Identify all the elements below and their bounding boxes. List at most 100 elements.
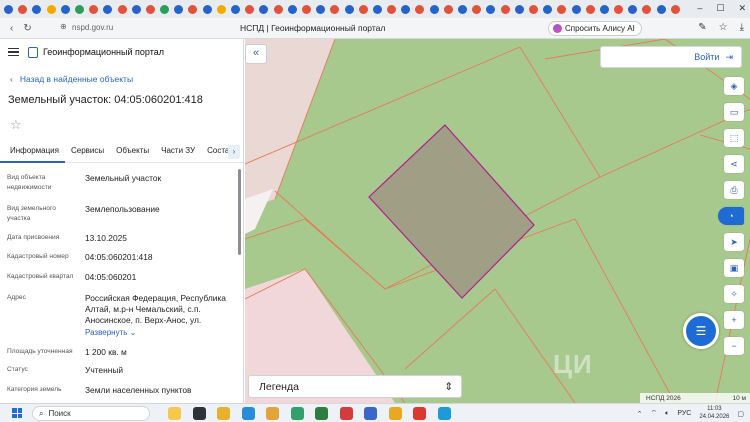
site-info-icon[interactable]: ⊕ — [60, 22, 67, 31]
tab-favicon-icon[interactable] — [287, 4, 297, 14]
tabs-next-button[interactable]: › — [228, 145, 240, 159]
login-button[interactable]: Войти ⇥ — [600, 46, 742, 68]
locate-icon[interactable]: ➤ — [724, 233, 744, 251]
tab-favicon-icon[interactable] — [472, 4, 482, 14]
tab-favicon-icon[interactable] — [670, 4, 680, 14]
tab-favicon-icon[interactable] — [301, 4, 311, 14]
language-indicator[interactable]: РУС — [677, 410, 691, 417]
file-explorer-icon[interactable] — [217, 407, 230, 420]
url-field[interactable]: nspd.gov.ru — [72, 23, 113, 32]
ruler-icon[interactable]: ▭ — [724, 103, 744, 121]
tab-favicon-icon[interactable] — [486, 4, 496, 14]
tab-favicon-icon[interactable] — [514, 4, 524, 14]
maximize-icon[interactable]: ☐ — [716, 3, 724, 14]
tab-favicon-icon[interactable] — [174, 4, 184, 14]
app-icon[interactable] — [388, 407, 402, 420]
tab-favicon-icon[interactable] — [131, 4, 141, 14]
refresh-icon[interactable]: ↻ — [23, 23, 31, 34]
back-arrow-icon[interactable]: ‹ — [10, 23, 13, 34]
tab-favicon-icon[interactable] — [32, 4, 42, 14]
tab-favicon-icon[interactable] — [188, 4, 198, 14]
yandex-icon[interactable] — [413, 407, 426, 420]
panel-scrollbar[interactable] — [238, 169, 241, 255]
network-icon[interactable]: ⌔ — [651, 409, 658, 418]
app-icon[interactable] — [364, 407, 377, 420]
ask-alisa-button[interactable]: Спросить Алису AI — [548, 21, 642, 36]
app-icon[interactable] — [266, 407, 279, 420]
tab-favicon-icon[interactable] — [259, 4, 269, 14]
tab-favicon-icon[interactable] — [330, 4, 340, 14]
share-icon[interactable]: ⋖ — [724, 155, 744, 173]
tab-favicon-icon[interactable] — [245, 4, 255, 14]
tab-favicon-icon[interactable] — [344, 4, 354, 14]
windows-start-icon[interactable] — [12, 408, 22, 418]
tab-favicon-icon[interactable] — [401, 4, 411, 14]
app-icon[interactable] — [192, 407, 206, 420]
tab-favicon-icon[interactable] — [387, 4, 397, 14]
tab-favicon-icon[interactable] — [614, 4, 624, 14]
select-area-icon[interactable]: ⬚ — [724, 129, 744, 147]
clock[interactable]: 11:03 24.04.2026 — [699, 406, 729, 421]
tab-favicon-icon[interactable] — [145, 4, 155, 14]
tab-favicon-icon[interactable] — [117, 4, 127, 14]
tab-favicon-icon[interactable] — [216, 4, 226, 14]
cadastral-map[interactable]: ЦИ « Войти ⇥ ◈ ▭ ⬚ ⋖ ⎙ ◔ ➤ ▣ ✧ + − ☰ Лег… — [245, 39, 750, 403]
legend-select[interactable]: Легенда ⇕ — [248, 375, 462, 398]
tab-favicon-icon[interactable] — [316, 4, 326, 14]
tab-favicon-icon[interactable] — [528, 4, 538, 14]
taskbar-search-input[interactable]: ⌕ Поиск — [32, 406, 150, 421]
yandex-browser-icon[interactable] — [339, 407, 353, 420]
tab-favicon-icon[interactable] — [642, 4, 652, 14]
feedback-icon[interactable]: ◔ — [718, 207, 744, 225]
menu-icon[interactable] — [8, 48, 19, 56]
app-icon[interactable] — [168, 407, 181, 420]
tab-favicon-icon[interactable] — [585, 4, 595, 14]
tab-favicon-icon[interactable] — [202, 4, 212, 14]
selected-parcel[interactable] — [368, 124, 535, 299]
compass-icon[interactable]: ✧ — [724, 285, 744, 303]
back-to-results-link[interactable]: ‹ Назад в найденные объекты — [10, 74, 133, 84]
chevron-up-icon[interactable]: ⌃ — [637, 410, 643, 418]
tab-favicon-icon[interactable] — [89, 4, 99, 14]
expand-link[interactable]: Развернуть ⌄ — [85, 327, 233, 338]
tab-favicon-icon[interactable] — [415, 4, 425, 14]
excel-icon[interactable] — [315, 407, 328, 420]
tab-services[interactable]: Сервисы — [65, 143, 110, 163]
layers-icon[interactable]: ◈ — [724, 77, 744, 95]
favorite-star-icon[interactable]: ☆ — [10, 117, 22, 133]
print-icon[interactable]: ⎙ — [724, 181, 744, 199]
chat-button[interactable]: ☰ — [683, 313, 719, 349]
tab-favicon-icon[interactable] — [443, 4, 453, 14]
tab-favicon-icon[interactable] — [571, 4, 581, 14]
tab-parts[interactable]: Части ЗУ — [155, 143, 201, 163]
map-canvas[interactable] — [245, 39, 750, 403]
minimap-icon[interactable]: ▣ — [724, 259, 744, 277]
tab-favicon-icon[interactable] — [160, 4, 170, 14]
edge-icon[interactable] — [241, 407, 255, 420]
extension-icon[interactable]: ✎ — [698, 22, 706, 33]
tab-favicon-icon[interactable] — [429, 4, 439, 14]
collapse-panel-button[interactable]: « — [245, 44, 267, 64]
tab-favicon-icon[interactable] — [103, 4, 113, 14]
chrome-icon[interactable] — [290, 407, 304, 420]
tab-favicon-icon[interactable] — [74, 4, 84, 14]
tab-favicon-icon[interactable] — [46, 4, 56, 14]
tab-favicon-icon[interactable] — [656, 4, 666, 14]
tab-favicon-icon[interactable] — [4, 4, 13, 14]
tab-favicon-icon[interactable] — [231, 4, 240, 14]
tab-favicon-icon[interactable] — [18, 4, 28, 14]
bookmark-icon[interactable]: ☆ — [719, 22, 728, 33]
tab-favicon-icon[interactable] — [543, 4, 553, 14]
telegram-icon[interactable] — [437, 407, 451, 420]
tab-favicon-icon[interactable] — [273, 4, 283, 14]
tab-favicon-icon[interactable] — [599, 4, 609, 14]
notification-icon[interactable]: ▢ — [737, 410, 744, 418]
tab-favicon-icon[interactable] — [628, 4, 638, 14]
volume-icon[interactable]: 🔈︎ — [665, 410, 669, 418]
tab-objects[interactable]: Объекты — [110, 143, 155, 163]
minimize-icon[interactable]: – — [697, 3, 702, 14]
download-icon[interactable]: ⤓ — [740, 22, 744, 33]
tab-favicon-icon[interactable] — [557, 4, 567, 14]
tab-favicon-icon[interactable] — [60, 4, 70, 14]
tab-favicon-icon[interactable] — [372, 4, 382, 14]
